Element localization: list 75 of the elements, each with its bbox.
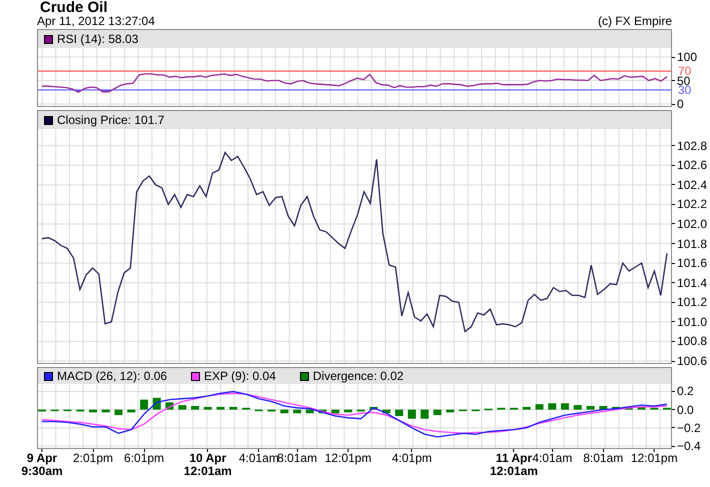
divergence-bar <box>395 410 404 416</box>
axis-tick-label: 100.8 <box>677 334 708 348</box>
divergence-bar <box>638 406 646 410</box>
axis-tick-label: 2:01pm <box>73 452 114 465</box>
divergence-bar <box>663 408 671 410</box>
divergence-bar <box>612 406 620 410</box>
axis-tick-label: 12:01pm <box>324 452 372 465</box>
axis-tick-label: −0.4 <box>677 439 701 453</box>
axis-tick-label: −0.2 <box>677 420 701 435</box>
legend-label: Closing Price: 101.7 <box>57 112 164 129</box>
divergence-bar <box>370 406 378 410</box>
divergence-bar <box>216 406 225 410</box>
divergence-bar <box>242 408 250 410</box>
divergence-bar <box>497 408 506 410</box>
divergence-bar <box>178 405 186 410</box>
divergence-bar <box>306 410 314 414</box>
divergence-bar <box>318 410 327 414</box>
divergence-bar <box>408 410 416 419</box>
divergence-bar <box>446 410 454 412</box>
divergence-bar <box>140 400 148 410</box>
axis-tick-label: 101.8 <box>677 236 708 251</box>
divergence-bar <box>102 410 110 412</box>
axis-tick-label: 101.2 <box>677 295 708 310</box>
divergence-bar <box>560 403 569 410</box>
divergence-bar <box>204 406 212 410</box>
divergence-bar <box>548 403 556 410</box>
divergence-bar <box>574 405 582 410</box>
divergence-bar <box>522 406 531 410</box>
axis-tick-label: 101.4 <box>677 276 708 290</box>
axis-tick-label: 100.6 <box>677 354 708 368</box>
divergence-bar <box>650 408 658 410</box>
axis-tick-label: 4:01am <box>238 452 279 465</box>
legend-label: EXP (9): 0.04 <box>204 368 276 385</box>
divergence-bar <box>433 410 442 416</box>
divergence-bar <box>331 410 340 414</box>
divergence-bar <box>114 410 123 416</box>
legend-label: Divergence: 0.02 <box>312 368 404 385</box>
axis-tick-label: 4:01am <box>532 452 572 465</box>
axis-tick-label: 8:01am <box>583 452 624 465</box>
divergence-bar <box>586 406 594 410</box>
axis-tick-label: 102.8 <box>677 138 708 153</box>
axis-tick-label: 4:01pm <box>392 452 432 465</box>
chart-title: Crude Oil <box>40 0 109 15</box>
copyright: (c) FX Empire <box>598 15 672 28</box>
divergence-bar <box>293 410 302 414</box>
divergence-bar <box>510 408 518 410</box>
axis-tick-label: 6:01pm <box>124 452 164 465</box>
divergence-bar <box>127 410 136 412</box>
divergence-bar <box>191 406 200 410</box>
axis-tick-label: 0.2 <box>677 384 694 398</box>
axis-tick-label: 9 Apr 9:30am <box>21 452 63 478</box>
axis-tick-label: 102.0 <box>677 216 708 231</box>
axis-tick-label: 102.4 <box>677 178 708 192</box>
divergence-bar <box>89 410 98 412</box>
axis-tick-label: 12:01pm <box>630 452 678 465</box>
divergence-bar <box>280 410 288 414</box>
axis-tick-label: 101.0 <box>677 314 708 329</box>
divergence-bar <box>535 404 544 410</box>
axis-tick-label: 100 <box>677 50 698 64</box>
timestamp: Apr 11, 2012 13:27:04 <box>37 15 155 28</box>
legend-label: RSI (14): 58.03 <box>57 31 138 48</box>
axis-tick-label: 0.0 <box>677 402 694 417</box>
axis-tick-label: 8:01am <box>277 452 318 465</box>
axis-tick-label: 102.2 <box>677 197 708 212</box>
divergence-bar <box>344 410 352 412</box>
legend-label: MACD (26, 12): 0.06 <box>57 368 168 385</box>
divergence-bar <box>229 406 238 410</box>
divergence-bar <box>624 406 633 410</box>
divergence-bar <box>420 410 429 419</box>
axis-tick-label: 0 <box>677 97 684 111</box>
divergence-bar <box>599 406 608 410</box>
divergence-bar <box>382 410 390 414</box>
axis-tick-label: 101.6 <box>677 256 708 270</box>
axis-tick-label: 102.6 <box>677 158 708 172</box>
axis-tick-label: 10 Apr 12:01am <box>184 452 232 478</box>
